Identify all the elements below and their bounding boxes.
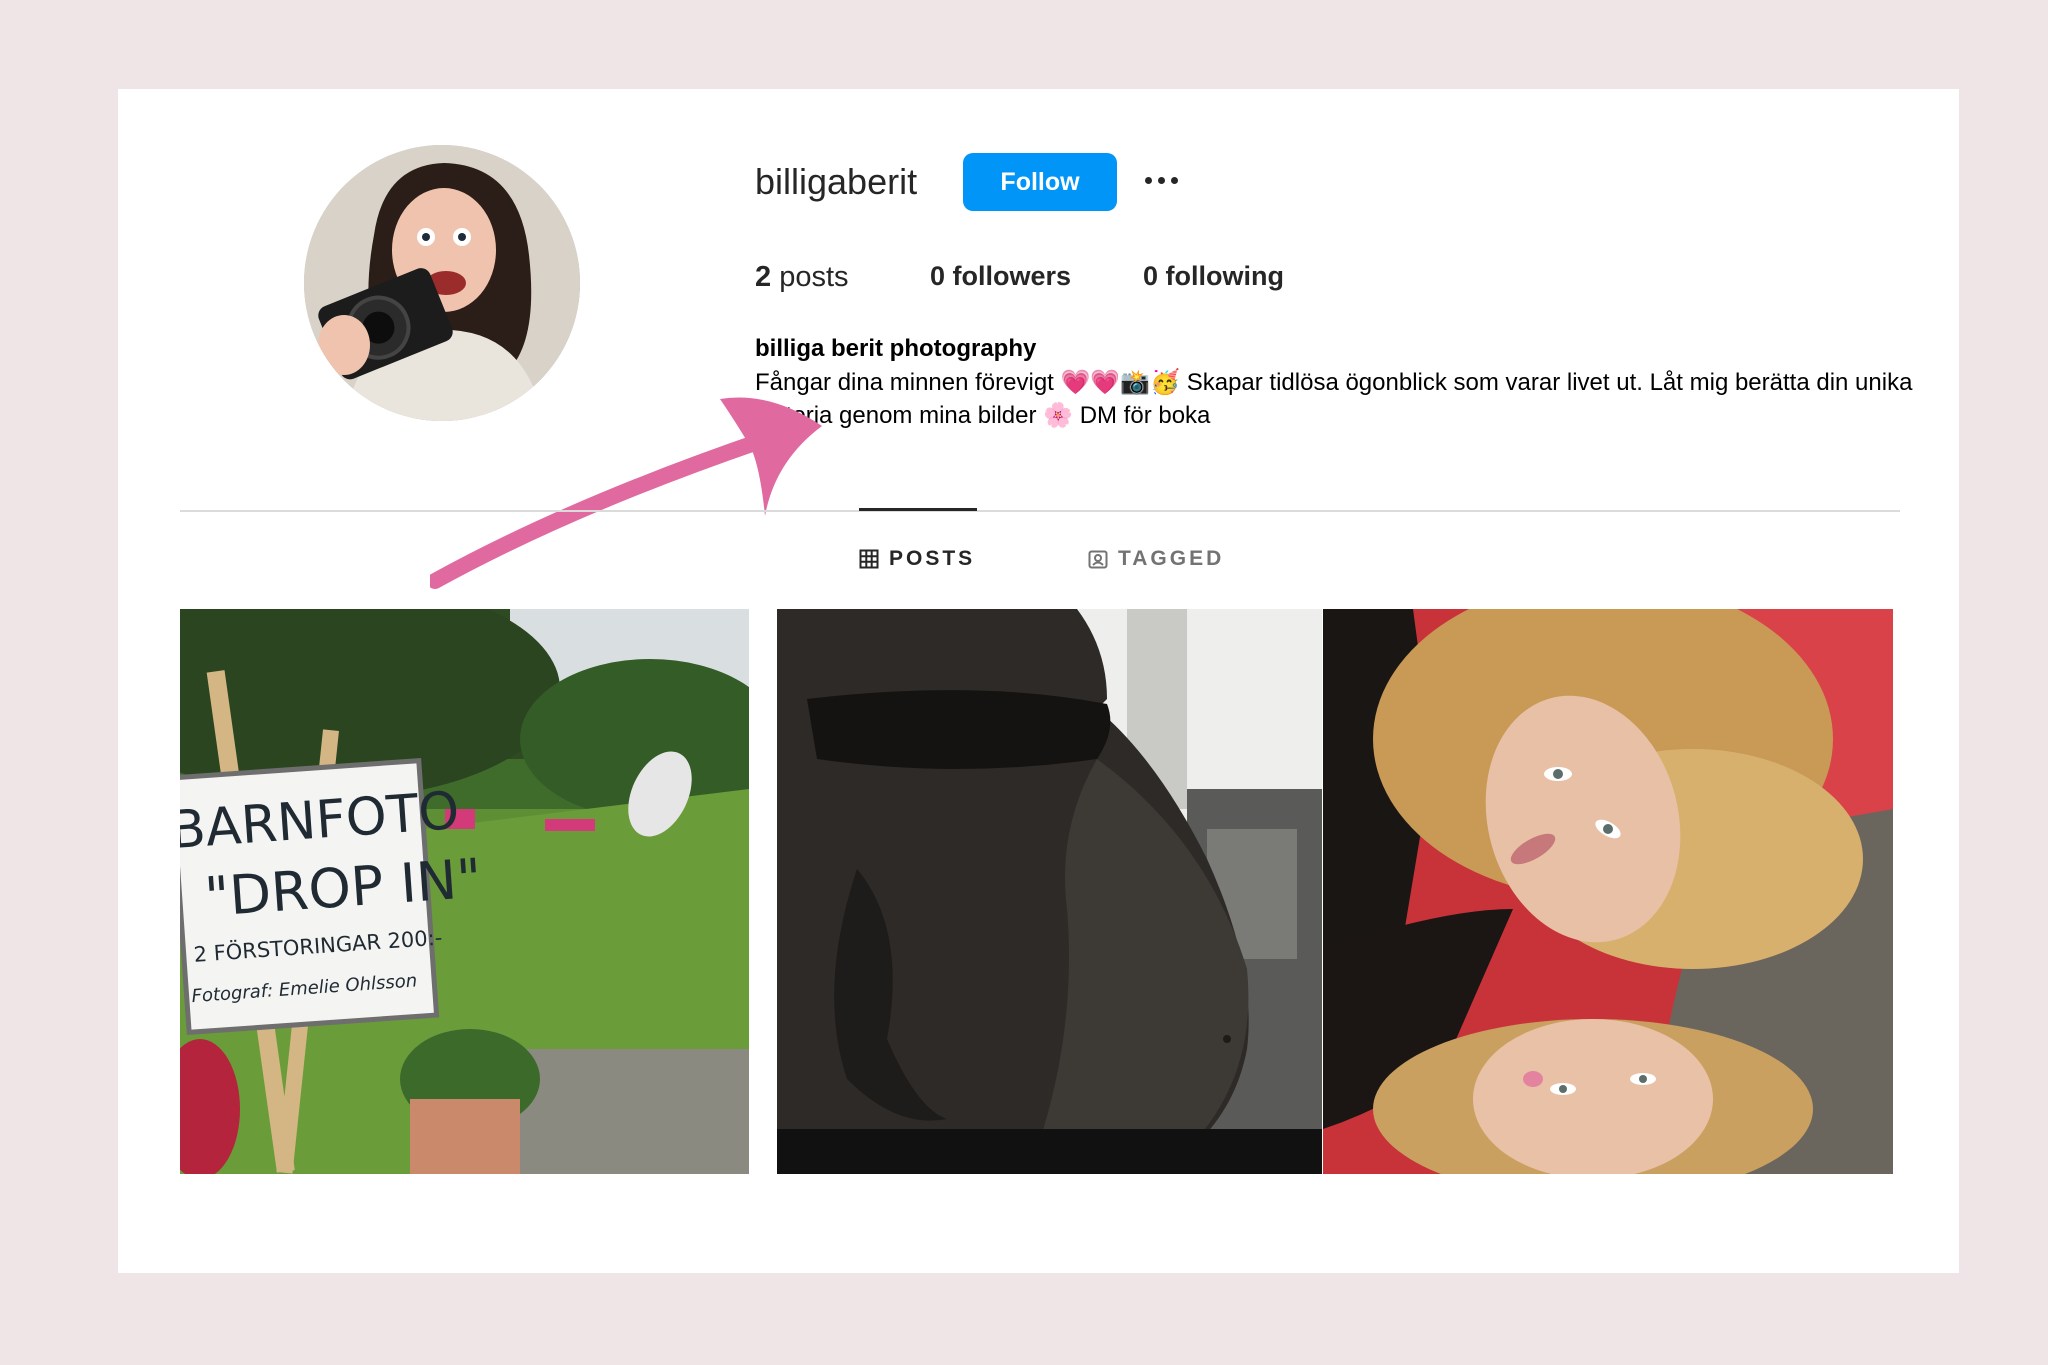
post-image-2 xyxy=(777,609,1322,1174)
post-thumbnail-1[interactable]: BARNFOTO "DROP IN" 2 FÖRSTORINGAR 200:- … xyxy=(180,609,749,1174)
profile-card: billigaberit Follow 2 posts 0 followers … xyxy=(118,89,1959,1273)
tab-tagged-label: TAGGED xyxy=(1118,547,1225,570)
following-label: following xyxy=(1165,261,1285,291)
post-image-3 xyxy=(1323,609,1893,1174)
stat-posts: 2 posts xyxy=(755,261,930,294)
tab-posts[interactable]: POSTS xyxy=(859,547,975,571)
profile-username: billigaberit xyxy=(755,161,918,202)
dot-icon xyxy=(1157,176,1165,184)
bio-text: Fångar dina minnen förevigt 💗💗📸🥳 Skapar … xyxy=(755,369,1913,429)
active-tab-indicator xyxy=(859,508,977,511)
stat-followers[interactable]: 0 followers xyxy=(930,261,1143,294)
tabs-divider xyxy=(180,510,1900,512)
more-options-button[interactable] xyxy=(1136,165,1186,195)
following-count: 0 xyxy=(1143,261,1159,291)
posts-count: 2 xyxy=(755,261,772,293)
stat-following[interactable]: 0 following xyxy=(1143,261,1284,294)
annotation-arrow xyxy=(430,397,822,589)
post-image-1: BARNFOTO "DROP IN" 2 FÖRSTORINGAR 200:- … xyxy=(180,609,749,1174)
post-thumbnail-3[interactable] xyxy=(1323,609,1893,1174)
tab-posts-label: POSTS xyxy=(889,547,976,570)
posts-label: posts xyxy=(779,261,849,293)
profile-stats: 2 posts 0 followers 0 following xyxy=(755,261,1284,294)
post-thumbnail-2[interactable] xyxy=(777,609,1322,1174)
dot-icon xyxy=(1170,176,1178,184)
follow-button[interactable]: Follow xyxy=(963,153,1117,211)
dot-icon xyxy=(1144,176,1152,184)
followers-count: 0 xyxy=(930,261,946,291)
grid-icon xyxy=(859,549,879,569)
tagged-icon xyxy=(1088,550,1108,569)
tab-tagged[interactable]: TAGGED xyxy=(1088,547,1224,571)
followers-label: followers xyxy=(952,261,1072,291)
